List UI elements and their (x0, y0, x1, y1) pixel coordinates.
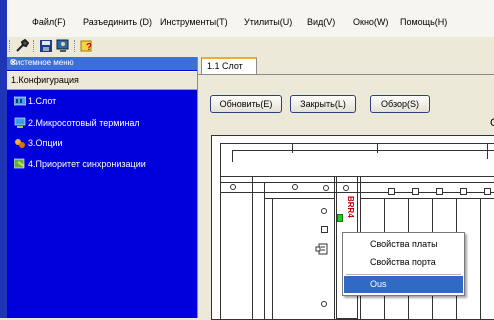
sync-priority-icon (13, 158, 26, 170)
options-icon (14, 137, 26, 149)
monitor-user-icon[interactable] (56, 39, 70, 53)
chassis-line (487, 143, 488, 159)
truncated-label: C (490, 117, 494, 129)
menu-window[interactable]: Окно(W) (353, 17, 388, 27)
chassis-line (377, 143, 378, 153)
connector-icon (436, 188, 443, 195)
toolbar-grip[interactable] (74, 40, 77, 52)
connector-icon (460, 188, 467, 195)
close-icon[interactable]: ✕ (10, 58, 192, 67)
menu-item-board-properties[interactable]: Свойства платы (344, 236, 463, 253)
browse-button[interactable]: Обзор(S) (370, 95, 430, 113)
menu-utilities[interactable]: Утилиты(U) (244, 17, 292, 27)
chassis-line (264, 182, 265, 319)
floppy-icon[interactable] (39, 39, 53, 53)
screw-icon (321, 301, 327, 307)
menu-tools[interactable]: Инструменты(T) (160, 17, 228, 27)
menu-file[interactable]: Файл(F) (32, 17, 66, 27)
svg-text:?: ? (86, 42, 92, 53)
tree-item-label: 4.Приоритет синхронизации (28, 159, 146, 169)
toolbar-grip[interactable] (9, 40, 12, 52)
tree-item-label: 3.Опции (28, 138, 63, 148)
refresh-button[interactable]: Обновить(E) (210, 95, 282, 113)
chassis-line (360, 198, 494, 199)
section-label: 1.Конфигурация (11, 75, 79, 85)
connector-icon (484, 188, 491, 195)
system-menu-panel: Системное меню ✕ 1.Конфигурация 1.Слот 2… (7, 57, 197, 318)
slot-label-text: BRR4 (346, 196, 355, 218)
chassis-line (480, 198, 481, 319)
menu-disconnect[interactable]: Разъединить (D) (83, 17, 152, 27)
menu-item-label: Свойства порта (370, 257, 436, 267)
screw-icon (343, 185, 349, 191)
tree-item-label: 2.Микросотовый терминал (28, 118, 140, 128)
tab-label: 1.1 Слот (207, 61, 243, 71)
chassis-line (272, 198, 273, 319)
chassis-line (334, 176, 335, 319)
menu-item-label: Ous (370, 279, 387, 289)
toolbar: ? (7, 37, 494, 58)
tree-item-label: 1.Слот (28, 96, 57, 106)
chassis-line (232, 150, 233, 162)
slot-icon (13, 95, 27, 107)
terminal-icon (14, 117, 26, 129)
chassis-line (220, 143, 494, 144)
port-icon[interactable] (315, 242, 329, 256)
screw-icon (323, 185, 329, 191)
screw-icon (321, 208, 327, 214)
help-icon[interactable]: ? (80, 39, 94, 53)
chassis-line (220, 176, 221, 319)
menu-item-ous[interactable]: Ous (344, 276, 463, 293)
slot-label: BRR4 (346, 196, 355, 236)
chassis-line (232, 150, 494, 151)
wrench-icon[interactable] (15, 38, 30, 53)
status-led (337, 214, 343, 222)
screw-icon (230, 184, 236, 190)
tab-slot[interactable]: 1.1 Слот (201, 57, 257, 74)
menu-item-label: Свойства платы (370, 239, 438, 249)
toolbar-grip[interactable] (33, 40, 36, 52)
system-menu-title-bar: Системное меню ✕ (7, 57, 197, 70)
chassis-line (292, 143, 293, 153)
menu-separator (346, 274, 461, 275)
window-left-edge (0, 0, 7, 318)
connector-icon (388, 188, 395, 195)
close-button[interactable]: Закрыть(L) (290, 95, 356, 113)
connector-icon (321, 226, 328, 233)
menu-bar: Файл(F) Разъединить (D) Инструменты(T) У… (7, 0, 494, 37)
menu-item-port-properties[interactable]: Свойства порта (344, 254, 463, 271)
context-menu: Свойства платы Свойства порта Ous (342, 232, 465, 296)
menu-help[interactable]: Помощь(H) (400, 17, 447, 27)
menu-view[interactable]: Вид(V) (307, 17, 335, 27)
connector-icon (412, 188, 419, 195)
chassis-line (264, 198, 334, 199)
configuration-section-header[interactable]: 1.Конфигурация (7, 71, 197, 90)
screw-icon (292, 184, 298, 190)
chassis-line (252, 176, 253, 319)
